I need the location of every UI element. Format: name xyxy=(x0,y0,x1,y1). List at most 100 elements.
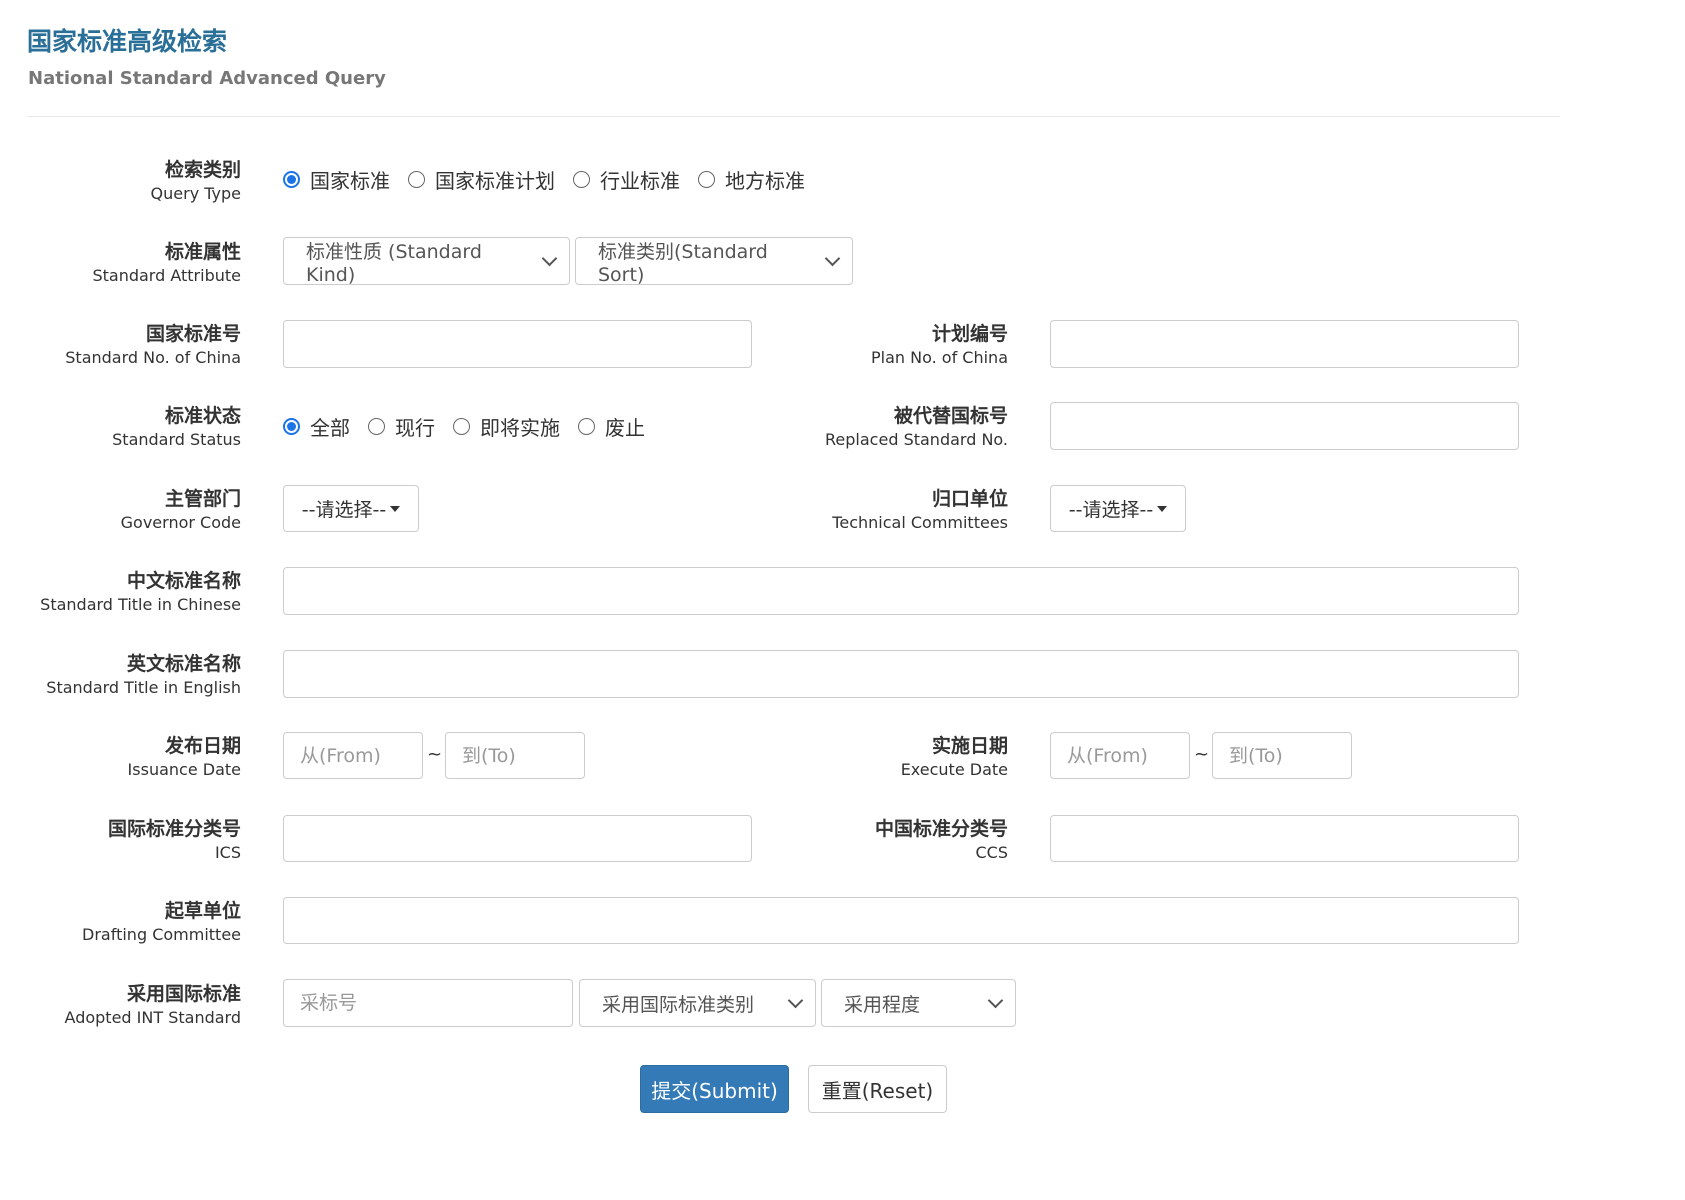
chevron-down-icon xyxy=(787,992,804,1009)
drafting-label-en: Drafting Committee xyxy=(82,925,241,944)
issuance-date-separator: ~ xyxy=(427,744,443,765)
drafting-label: 起草单位 Drafting Committee xyxy=(82,899,241,946)
adopted-type-select[interactable]: 采用国际标准类别 xyxy=(579,979,816,1027)
adopted-label: 采用国际标准 Adopted INT Standard xyxy=(65,982,241,1029)
execute-date-to-input[interactable] xyxy=(1212,732,1352,779)
adopted-label-en: Adopted INT Standard xyxy=(64,1008,241,1027)
radio-label: 全部 xyxy=(310,415,350,440)
committees-dropdown[interactable]: --请选择-- xyxy=(1050,485,1186,532)
query-type-radio-group: 国家标准 国家标准计划 行业标准 地方标准 xyxy=(283,165,823,193)
title-cn-input[interactable] xyxy=(283,567,1519,615)
ccs-label-en: CCS xyxy=(975,843,1009,862)
standard-status-label-zh: 标准状态 xyxy=(164,405,241,427)
reset-button[interactable]: 重置(Reset) xyxy=(808,1065,947,1113)
radio-unchecked-icon xyxy=(368,417,385,435)
adopted-label-zh: 采用国际标准 xyxy=(126,983,241,1005)
query-type-radio-industry[interactable]: 行业标准 xyxy=(573,165,680,194)
replaced-no-label-en: Replaced Standard No. xyxy=(825,430,1008,449)
ccs-input[interactable] xyxy=(1050,815,1519,862)
standard-no-input[interactable] xyxy=(283,320,752,368)
ccs-label: 中国标准分类号 CCS xyxy=(875,817,1008,864)
standard-status-radio-group: 全部 现行 即将实施 废止 xyxy=(283,412,663,440)
standard-sort-select[interactable]: 标准类别(Standard Sort) xyxy=(575,237,853,286)
drafting-input[interactable] xyxy=(283,897,1519,944)
committees-label-en: Technical Committees xyxy=(832,513,1008,532)
plan-no-label-zh: 计划编号 xyxy=(931,323,1008,345)
title-en-input[interactable] xyxy=(283,650,1519,698)
issuance-date-from-input[interactable] xyxy=(283,732,423,779)
radio-label: 即将实施 xyxy=(480,415,560,440)
title-cn-label-en: Standard Title in Chinese xyxy=(40,595,241,614)
governor-dropdown[interactable]: --请选择-- xyxy=(283,485,419,532)
adopted-degree-value: 采用程度 xyxy=(844,993,921,1016)
ics-label-zh: 国际标准分类号 xyxy=(107,818,241,840)
plan-no-label-en: Plan No. of China xyxy=(871,348,1008,367)
adopted-degree-select[interactable]: 采用程度 xyxy=(821,979,1016,1027)
execute-date-label: 实施日期 Execute Date xyxy=(901,734,1008,781)
committees-label: 归口单位 Technical Committees xyxy=(832,487,1008,534)
adopted-type-value: 采用国际标准类别 xyxy=(602,993,755,1016)
replaced-no-input[interactable] xyxy=(1050,402,1519,450)
radio-label: 废止 xyxy=(605,415,645,440)
governor-label-zh: 主管部门 xyxy=(164,488,241,510)
chevron-down-icon xyxy=(541,250,558,267)
radio-unchecked-icon xyxy=(578,417,595,435)
status-radio-current[interactable]: 现行 xyxy=(368,412,435,441)
title-en-label-en: Standard Title in English xyxy=(46,678,241,697)
replaced-no-label: 被代替国标号 Replaced Standard No. xyxy=(825,404,1008,451)
radio-checked-icon xyxy=(283,170,300,188)
issuance-date-label: 发布日期 Issuance Date xyxy=(128,734,241,781)
standard-attribute-label-zh: 标准属性 xyxy=(164,241,241,263)
standard-kind-select[interactable]: 标准性质 (Standard Kind) xyxy=(283,237,570,286)
query-type-label: 检索类别 Query Type xyxy=(151,158,241,205)
query-type-radio-national[interactable]: 国家标准 xyxy=(283,165,390,194)
execute-date-label-en: Execute Date xyxy=(900,760,1008,779)
radio-label: 国家标准计划 xyxy=(435,168,555,193)
query-type-radio-plan[interactable]: 国家标准计划 xyxy=(408,165,555,194)
title-en-label-zh: 英文标准名称 xyxy=(126,653,241,675)
ccs-label-zh: 中国标准分类号 xyxy=(874,818,1008,840)
governor-label-en: Governor Code xyxy=(120,513,241,532)
drafting-label-zh: 起草单位 xyxy=(164,900,241,922)
radio-unchecked-icon xyxy=(698,170,715,188)
ics-label: 国际标准分类号 ICS xyxy=(108,817,241,864)
standard-attribute-label: 标准属性 Standard Attribute xyxy=(92,240,241,287)
plan-no-input[interactable] xyxy=(1050,320,1519,368)
standard-no-label-zh: 国家标准号 xyxy=(145,323,241,345)
execute-date-from-input[interactable] xyxy=(1050,732,1190,779)
governor-label: 主管部门 Governor Code xyxy=(121,487,241,534)
radio-unchecked-icon xyxy=(573,170,590,188)
issuance-date-to-input[interactable] xyxy=(445,732,585,779)
submit-button[interactable]: 提交(Submit) xyxy=(640,1065,789,1113)
radio-unchecked-icon xyxy=(408,170,425,188)
radio-label: 现行 xyxy=(395,415,435,440)
execute-date-separator: ~ xyxy=(1194,744,1210,765)
title-cn-label: 中文标准名称 Standard Title in Chinese xyxy=(40,569,241,616)
status-radio-upcoming[interactable]: 即将实施 xyxy=(453,412,560,441)
query-type-label-zh: 检索类别 xyxy=(164,159,241,181)
adopted-no-input[interactable] xyxy=(283,979,573,1027)
page-subtitle: National Standard Advanced Query xyxy=(28,68,386,89)
query-type-radio-local[interactable]: 地方标准 xyxy=(698,165,805,194)
page-title: 国家标准高级检索 xyxy=(27,27,228,56)
standard-no-label-en: Standard No. of China xyxy=(65,348,241,367)
status-radio-abolished[interactable]: 废止 xyxy=(578,412,645,441)
execute-date-label-zh: 实施日期 xyxy=(931,735,1008,757)
governor-dropdown-value: --请选择-- xyxy=(301,499,387,521)
status-radio-all[interactable]: 全部 xyxy=(283,412,350,441)
standard-status-label: 标准状态 Standard Status xyxy=(112,404,241,451)
ics-input[interactable] xyxy=(283,815,752,862)
title-cn-label-zh: 中文标准名称 xyxy=(126,570,241,592)
plan-no-label: 计划编号 Plan No. of China xyxy=(871,322,1008,369)
chevron-down-icon xyxy=(987,992,1004,1009)
radio-label: 地方标准 xyxy=(725,168,805,193)
committees-label-zh: 归口单位 xyxy=(931,488,1008,510)
title-en-label: 英文标准名称 Standard Title in English xyxy=(46,652,241,699)
radio-label: 国家标准 xyxy=(310,168,390,193)
title-divider xyxy=(27,116,1560,117)
radio-label: 行业标准 xyxy=(600,168,680,193)
issuance-date-label-zh: 发布日期 xyxy=(164,735,241,757)
standard-no-label: 国家标准号 Standard No. of China xyxy=(65,322,241,369)
radio-unchecked-icon xyxy=(453,417,470,435)
issuance-date-label-en: Issuance Date xyxy=(127,760,241,779)
